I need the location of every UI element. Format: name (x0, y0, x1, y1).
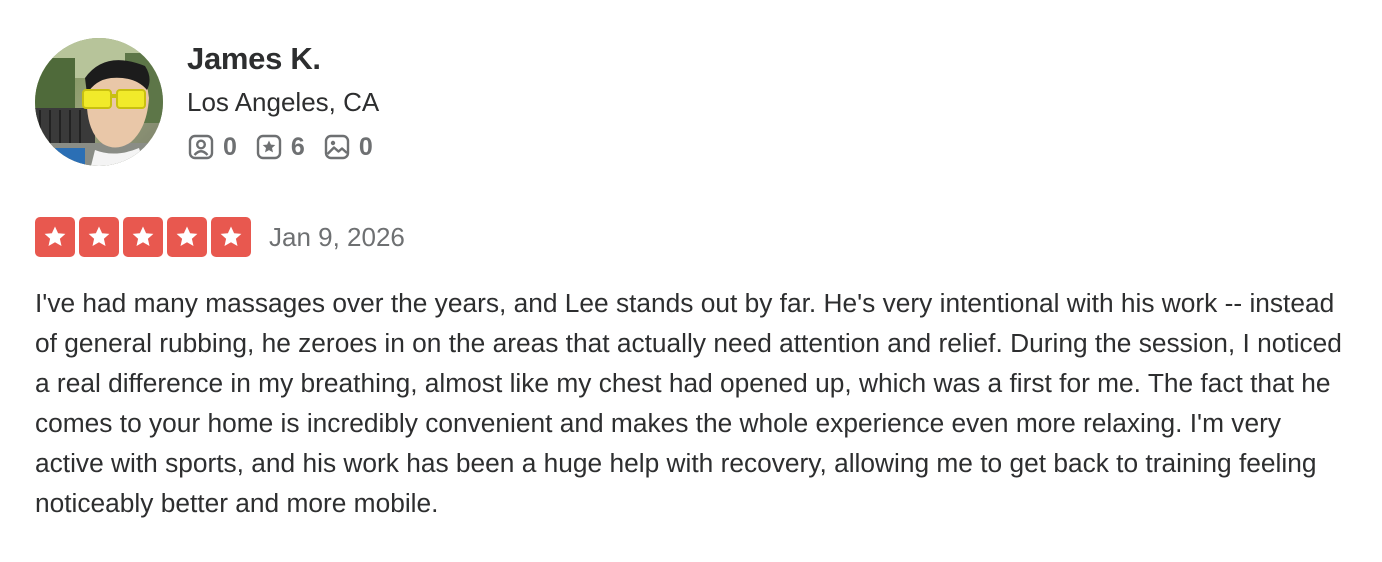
star-icon (167, 217, 207, 257)
star-icon (123, 217, 163, 257)
reviews-star-icon (256, 134, 282, 160)
user-stats: 0 6 0 (187, 132, 391, 162)
rating-row: Jan 9, 2026 (35, 217, 405, 257)
user-location: Los Angeles, CA (187, 87, 380, 117)
review-date: Jan 9, 2026 (269, 222, 405, 252)
reviews-stat: 6 (255, 133, 305, 161)
user-name[interactable]: James K. (187, 40, 391, 78)
star-icon (35, 217, 75, 257)
star-icon (211, 217, 251, 257)
friends-icon (188, 134, 214, 160)
avatar[interactable] (35, 38, 163, 166)
star-rating (35, 217, 255, 257)
review-text: I've had many massages over the years, a… (35, 288, 1342, 518)
review-card: James K. Los Angeles, CA 0 6 0 Jan 9, 20… (0, 0, 1382, 562)
photos-icon (324, 134, 350, 160)
reviews-count: 6 (290, 133, 305, 161)
friends-stat: 0 (187, 133, 237, 161)
photos-count: 0 (358, 133, 373, 161)
user-info: James K. Los Angeles, CA 0 6 0 (187, 40, 391, 162)
friends-count: 0 (223, 133, 237, 161)
user-avatar-photo (35, 38, 163, 166)
photos-stat: 0 (323, 133, 373, 161)
star-icon (79, 217, 119, 257)
